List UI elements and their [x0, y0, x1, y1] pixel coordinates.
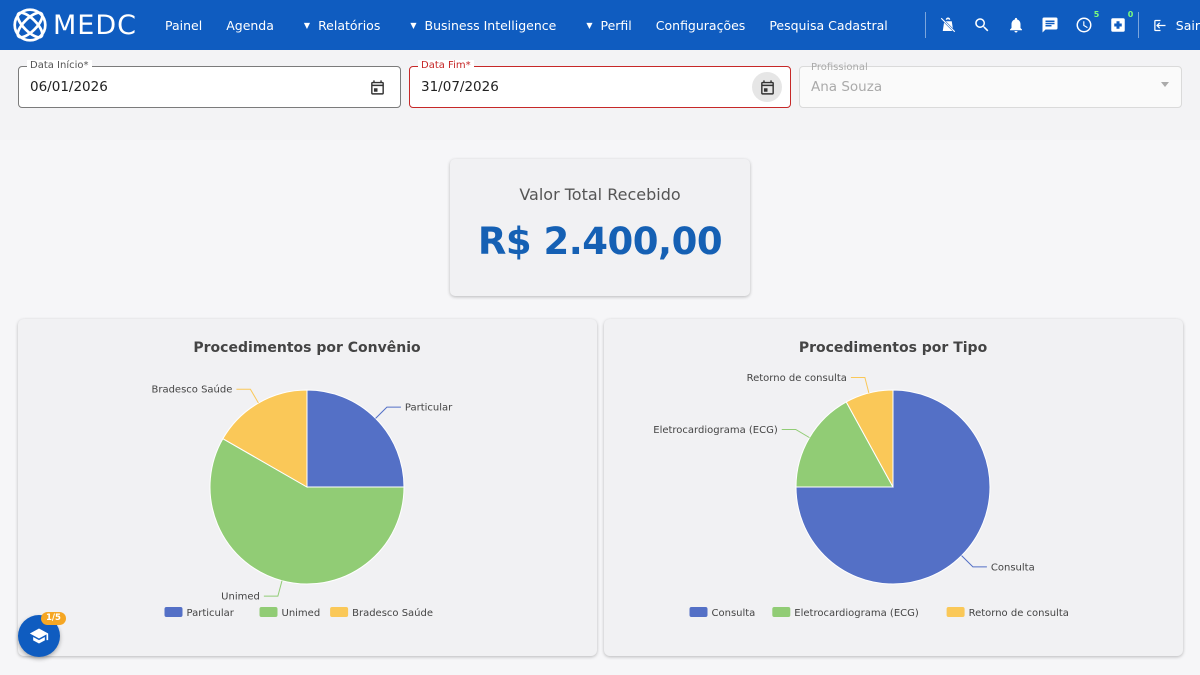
calendar-icon — [370, 79, 384, 95]
logout-icon — [1154, 19, 1166, 31]
messages-button[interactable] — [1033, 8, 1067, 42]
total-received-card: Valor Total Recebido R$ 2.400,00 — [450, 159, 750, 296]
nav-pesquisa-cadastral[interactable]: Pesquisa Cadastral — [757, 18, 899, 33]
graduation-cap-icon — [29, 628, 49, 644]
chart-card-tipo: Procedimentos por Tipo Consulta Eletrocard… — [604, 319, 1183, 656]
start-date-value[interactable]: 06/01/2026 — [30, 79, 108, 95]
bell-icon — [1010, 17, 1023, 33]
notifications-button[interactable] — [999, 8, 1033, 42]
start-date-picker-button[interactable] — [362, 72, 392, 102]
nav-configuracoes-label: Configurações — [655, 17, 746, 33]
professional-label: Profissional — [811, 62, 868, 73]
pie-slice-particular[interactable] — [306, 389, 405, 488]
legend-swatch[interactable] — [164, 607, 183, 617]
calendar-icon — [760, 79, 774, 95]
medc-logo-icon — [13, 8, 47, 42]
caret-down-icon: ▼ — [303, 20, 311, 30]
end-date-field[interactable]: Data Fim* 31/07/2026 — [409, 60, 791, 108]
legend-swatch[interactable] — [689, 607, 708, 617]
slice-leader-line — [236, 388, 259, 404]
slice-label: Consulta — [991, 562, 1035, 573]
nav-perfil[interactable]: ▼ Perfil — [568, 18, 643, 33]
chat-icon — [1042, 17, 1058, 33]
legend-swatch[interactable] — [259, 607, 278, 617]
legend-swatch[interactable] — [772, 607, 791, 617]
top-navbar: MEDC Painel Agenda ▼ Relatórios ▼ Business… — [0, 0, 1200, 50]
professional-value: Ana Souza — [811, 79, 883, 95]
pie-chart-convenio: Procedimentos por Convênio Particular Unim… — [151, 340, 453, 619]
brand-name: MEDC — [53, 9, 137, 41]
nav-pesquisa-label: Pesquisa Cadastral — [769, 17, 888, 33]
nav-painel-label: Painel — [165, 17, 203, 33]
no-cart-icon — [940, 17, 956, 33]
end-date-label: Data Fim* — [418, 60, 474, 72]
total-received-title: Valor Total Recebido — [519, 185, 681, 204]
slice-label: Bradesco Saúde — [151, 384, 232, 396]
legend-label[interactable]: Particular — [187, 608, 235, 619]
start-date-field[interactable]: Data Início* 06/01/2026 — [18, 60, 401, 108]
filters-bar: Data Início* 06/01/2026 Data Fim* 31/07/… — [0, 50, 1200, 140]
nav-perfil-label: Perfil — [600, 17, 632, 33]
chart-title: Procedimentos por Convênio — [193, 340, 421, 356]
slice-leader-line — [375, 406, 401, 419]
pending-clock-button[interactable]: 5 — [1067, 8, 1101, 42]
clock-badge: 5 — [1093, 10, 1100, 19]
medical-box-button[interactable]: 0 — [1101, 8, 1135, 42]
legend-label[interactable]: Unimed — [282, 608, 321, 619]
search-icon — [975, 18, 989, 32]
toolbar-icons: 5 0 — [931, 0, 1135, 50]
end-date-picker-button[interactable] — [752, 72, 782, 102]
nav-business-intelligence[interactable]: ▼ Business Intelligence — [392, 18, 568, 33]
end-date-value[interactable]: 31/07/2026 — [421, 79, 499, 95]
nav-configuracoes[interactable]: Configurações — [644, 18, 758, 33]
medical-box-badge: 0 — [1127, 10, 1134, 19]
clock-icon — [1076, 17, 1092, 33]
slice-leader-line — [961, 555, 987, 568]
legend-label[interactable]: Bradesco Saúde — [352, 607, 433, 619]
brand-logo[interactable]: MEDC — [12, 7, 137, 43]
legend-label[interactable]: Eletrocardiograma (ECG) — [794, 608, 919, 619]
logout-button[interactable]: Sair — [1153, 18, 1200, 33]
slice-label: Particular — [405, 403, 453, 414]
slice-leader-line — [263, 580, 283, 597]
nav-agenda-label: Agenda — [226, 17, 274, 33]
medical-box-icon — [1111, 18, 1126, 32]
nav-relatorios[interactable]: ▼ Relatórios — [286, 18, 392, 33]
caret-down-icon: ▼ — [586, 20, 593, 30]
chart-card-convenio: Procedimentos por Convênio Particular Unim… — [18, 319, 597, 656]
legend-label[interactable]: Retorno de consulta — [969, 608, 1069, 619]
professional-select: Profissional Ana Souza — [799, 62, 1182, 108]
start-date-label: Data Início* — [27, 60, 92, 72]
total-received-value: R$ 2.400,00 — [477, 220, 723, 263]
legend-swatch[interactable] — [330, 607, 349, 617]
nav-bi-label: Business Intelligence — [424, 17, 557, 33]
dropdown-arrow-icon — [1161, 82, 1169, 87]
search-button[interactable] — [965, 8, 999, 42]
chart-title: Procedimentos por Tipo — [799, 340, 988, 356]
legend-swatch[interactable] — [946, 607, 965, 617]
slice-label: Eletrocardiograma (ECG) — [653, 425, 778, 436]
tutorial-progress-badge: 1/5 — [41, 612, 66, 625]
legend-label[interactable]: Consulta — [712, 608, 756, 619]
pie-chart-tipo: Procedimentos por Tipo Consulta Eletrocard… — [653, 340, 1069, 619]
nav-relatorios-label: Relatórios — [318, 17, 381, 33]
nav-painel[interactable]: Painel — [153, 18, 214, 33]
main-menu: Painel Agenda ▼ Relatórios ▼ Business Inte… — [153, 0, 900, 50]
caret-down-icon: ▼ — [410, 20, 417, 30]
no-cart-button[interactable] — [931, 8, 965, 42]
slice-label: Retorno de consulta — [747, 373, 847, 384]
slice-leader-line — [850, 377, 870, 394]
nav-agenda[interactable]: Agenda — [214, 18, 286, 33]
slice-label: Unimed — [221, 592, 260, 603]
logout-label: Sair — [1175, 17, 1200, 33]
slice-leader-line — [781, 428, 810, 439]
